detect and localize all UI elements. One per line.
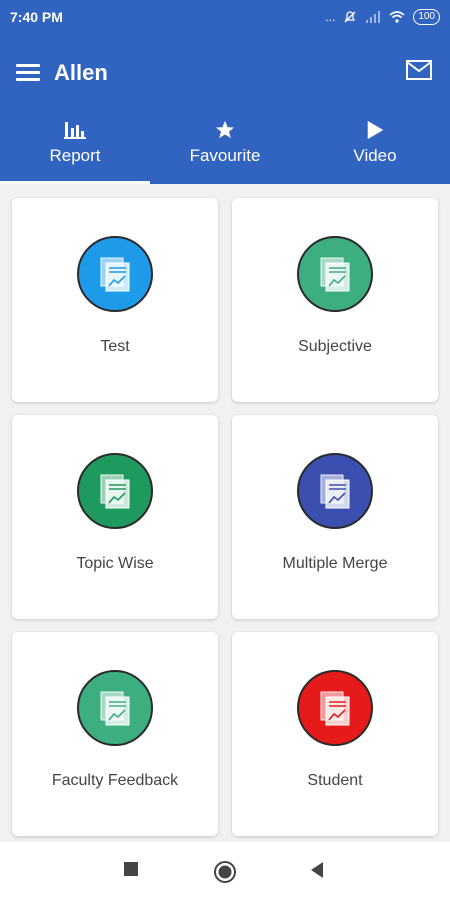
menu-icon[interactable] <box>16 64 40 82</box>
mail-icon[interactable] <box>406 60 432 80</box>
tab-video[interactable]: Video <box>300 112 450 184</box>
mute-icon <box>344 11 356 23</box>
multiple-merge-circle-icon <box>297 453 373 529</box>
card-student[interactable]: Student <box>232 632 438 836</box>
card-label: Test <box>100 338 130 355</box>
student-circle-icon <box>297 670 373 746</box>
tab-favourite[interactable]: Favourite <box>150 112 300 184</box>
card-label: Multiple Merge <box>282 555 388 572</box>
card-label: Topic Wise <box>76 555 154 572</box>
app-title: Allen <box>54 60 108 85</box>
topic-wise-circle-icon <box>77 453 153 529</box>
system-nav-bar <box>0 842 450 900</box>
status-icons: ... 100 <box>325 9 440 25</box>
card-topic-wise[interactable]: Topic Wise <box>12 415 218 619</box>
app-bar: Allen <box>0 34 450 112</box>
tab-bar: Report Favourite Video <box>0 112 450 184</box>
star-icon <box>215 120 235 139</box>
wifi-icon <box>389 11 405 23</box>
card-subjective[interactable]: Subjective <box>232 198 438 402</box>
subjective-circle-icon <box>297 236 373 312</box>
status-time: 7:40 PM <box>10 9 63 25</box>
battery-icon: 100 <box>413 9 440 25</box>
play-icon <box>367 120 384 140</box>
card-test[interactable]: Test <box>12 198 218 402</box>
tab-indicator <box>0 181 150 184</box>
card-faculty-feedback[interactable]: Faculty Feedback <box>12 632 218 836</box>
card-label: Faculty Feedback <box>51 772 179 789</box>
recents-icon[interactable] <box>124 862 138 876</box>
card-label: Student <box>307 772 363 789</box>
status-bar: 7:40 PM ... 100 <box>0 0 450 34</box>
card-label: Subjective <box>298 338 372 355</box>
back-icon[interactable] <box>310 862 324 878</box>
bar-chart-icon <box>64 122 86 139</box>
card-multiple-merge[interactable]: Multiple Merge <box>232 415 438 619</box>
test-circle-icon <box>77 236 153 312</box>
tab-video-label: Video <box>353 146 397 165</box>
home-icon[interactable] <box>213 860 237 884</box>
signal-icon <box>366 11 381 23</box>
tab-report-label: Report <box>49 146 101 165</box>
faculty-feedback-circle-icon <box>77 670 153 746</box>
more-notifications-icon: ... <box>325 10 336 24</box>
tab-report[interactable]: Report <box>0 112 150 184</box>
tab-favourite-label: Favourite <box>189 146 261 165</box>
